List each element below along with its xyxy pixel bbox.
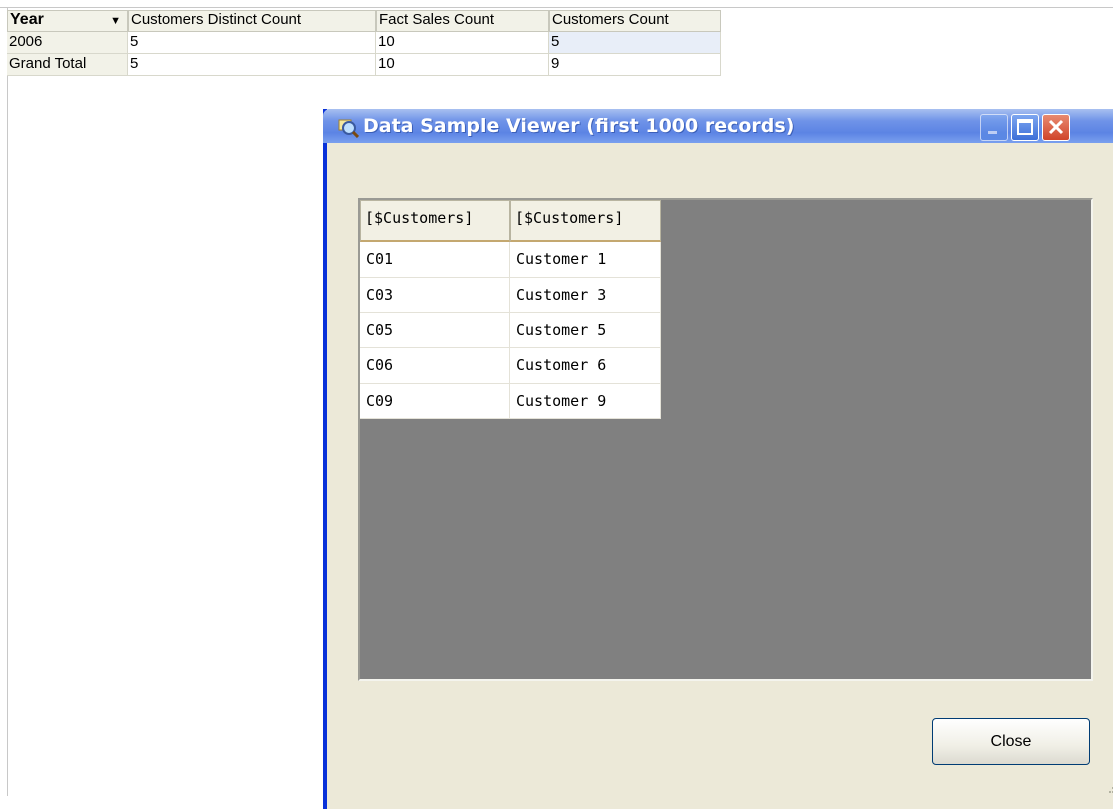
close-button[interactable]: Close [932,718,1090,765]
pivot-column-header[interactable]: Customers Distinct Count [128,10,376,32]
dialog-title: Data Sample Viewer (first 1000 records) [363,115,795,137]
pivot-value-cell[interactable]: 10 [376,32,549,54]
pivot-value-cell[interactable]: 5 [128,32,376,54]
pivot-value-cell[interactable]: 9 [549,54,721,76]
pivot-column-header[interactable]: Fact Sales Count [376,10,549,32]
grid-cell[interactable]: C03 [360,278,510,313]
grid-cell[interactable]: Customer 1 [510,242,661,278]
pivot-value-cell[interactable]: 5 [128,54,376,76]
grid-cell[interactable]: Customer 5 [510,313,661,348]
maximize-button[interactable] [1011,114,1039,141]
dropdown-arrow-icon[interactable]: ▼ [110,12,121,30]
maximize-icon [1017,119,1033,135]
pivot-border-line [7,7,8,796]
grid-cell[interactable]: Customer 6 [510,348,661,384]
resize-grip-icon[interactable] [1107,781,1113,795]
grid-cell[interactable]: Customer 9 [510,384,661,419]
grid-cell[interactable]: C09 [360,384,510,419]
data-grid[interactable]: [$Customers] [$Customers] C01 Customer 1… [358,198,1093,681]
pivot-year-label: Year [10,11,44,28]
grid-column-header[interactable]: [$Customers] [360,200,510,242]
pivot-year-header[interactable]: Year ▼ [7,10,128,32]
grid-column-header[interactable]: [$Customers] [510,200,661,242]
grid-cell[interactable]: C05 [360,313,510,348]
pivot-border-line [0,7,1113,8]
pivot-value-cell[interactable]: 5 [549,32,721,54]
grid-cell[interactable]: Customer 3 [510,278,661,313]
minimize-button[interactable] [980,114,1008,141]
grid-cell[interactable]: C01 [360,242,510,278]
data-sample-viewer-dialog: Data Sample Viewer (first 1000 records) … [323,109,1113,809]
magnifier-icon [338,119,359,138]
dialog-title-bar[interactable]: Data Sample Viewer (first 1000 records) [323,109,1113,143]
close-icon [1048,119,1064,135]
close-window-button[interactable] [1042,114,1070,141]
pivot-value-cell[interactable]: 10 [376,54,549,76]
minimize-icon [988,131,997,134]
pivot-row-header[interactable]: 2006 [7,32,128,54]
pivot-column-header[interactable]: Customers Count [549,10,721,32]
grid-cell[interactable]: C06 [360,348,510,384]
pivot-row-header[interactable]: Grand Total [7,54,128,76]
